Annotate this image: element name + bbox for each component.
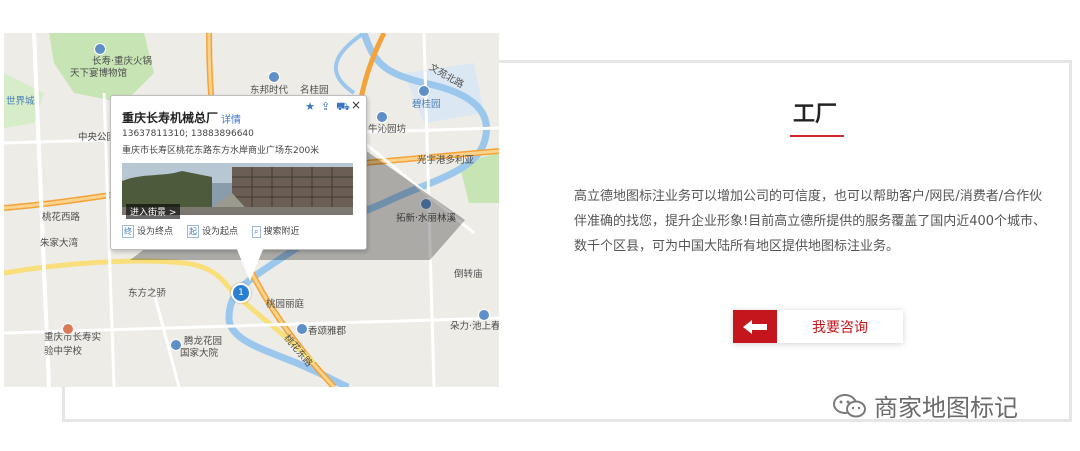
watermark-text: 商家地图标记 — [874, 394, 1018, 422]
poi-icon[interactable] — [170, 339, 182, 351]
phone-number: 13637811310; 13883896640 — [122, 129, 254, 139]
poi-icon[interactable] — [418, 85, 430, 97]
set-destination-action[interactable]: 终设为终点 — [122, 224, 173, 238]
address: 重庆市长寿区桃花东路东方水岸商业广场东200米 — [122, 146, 320, 156]
consult-label: 我要咨询 — [812, 319, 868, 336]
wechat-icon — [833, 393, 866, 417]
map-label: 世界城 — [6, 96, 35, 107]
map-label: 牛沁园坊 — [368, 124, 407, 135]
start-point-icon: 起 — [187, 225, 200, 238]
consult-button[interactable]: 我要咨询 — [733, 310, 903, 343]
title-underline — [790, 135, 844, 137]
close-icon[interactable]: × — [351, 98, 361, 112]
map-label: 桃园丽庭 — [266, 299, 305, 310]
action-label: 设为终点 — [137, 227, 174, 237]
map-label: 东邦时代 — [250, 85, 289, 96]
map-label: 名桂园 — [300, 85, 329, 96]
popup-toolbar: ★ ⇪ ⛟ — [305, 100, 350, 115]
location-marker-icon[interactable]: 1 — [231, 283, 251, 303]
poi-icon[interactable] — [94, 43, 106, 55]
star-icon[interactable]: ★ — [305, 100, 315, 115]
detail-link[interactable]: 详情 — [221, 111, 241, 126]
map-label: 桃花西路 — [42, 212, 81, 223]
car-icon[interactable]: ⛟ — [336, 100, 350, 115]
share-icon[interactable]: ⇪ — [321, 100, 330, 115]
poi-icon[interactable] — [268, 71, 280, 83]
action-label: 搜索附近 — [263, 227, 300, 237]
search-nearby-action[interactable]: ⌕ 搜索附近 — [252, 224, 300, 238]
map-label: 倒转庙 — [454, 269, 483, 280]
poi-icon[interactable] — [376, 111, 388, 123]
end-point-icon: 终 — [122, 225, 134, 238]
map-label: 朵力·池上春天 — [450, 321, 499, 332]
description-text: 高立德地图标注业务可以增加公司的可信度，也可以帮助客户/网民/消费者/合作伙伴准… — [574, 189, 1047, 254]
popup-pointer — [236, 247, 264, 281]
place-name: 重庆长寿机械总厂 — [122, 111, 219, 125]
poi-icon[interactable] — [478, 309, 490, 321]
map-label: 香颂雅郡 — [308, 326, 347, 337]
map-info-popup: 重庆长寿机械总厂 详情 ★ ⇪ ⛟ × 13637811310; 1388389… — [110, 95, 367, 250]
page-title: 工厂 — [792, 102, 837, 127]
poi-icon[interactable] — [62, 323, 74, 335]
map-label: 东方之骄 — [128, 288, 167, 299]
arrow-left-icon — [733, 310, 777, 343]
watermark: 商家地图标记 — [832, 388, 1018, 423]
street-view-link[interactable]: 进入街景 > — [126, 204, 181, 219]
map-label: 国家大院 — [180, 348, 219, 359]
map-label: 天下宴博物馆 — [70, 68, 128, 79]
map-label: 朱家大湾 — [40, 238, 79, 249]
popup-actions: 终设为终点 起设为起点 ⌕ 搜索附近 — [122, 224, 300, 238]
poi-icon[interactable] — [296, 323, 308, 335]
set-origin-action[interactable]: 起设为起点 — [187, 224, 238, 238]
action-label: 设为起点 — [202, 227, 239, 237]
map-label: 重庆市长寿实验中学校 — [44, 332, 102, 357]
map-label: 碧桂园 — [412, 99, 441, 110]
search-icon: ⌕ — [252, 226, 261, 238]
